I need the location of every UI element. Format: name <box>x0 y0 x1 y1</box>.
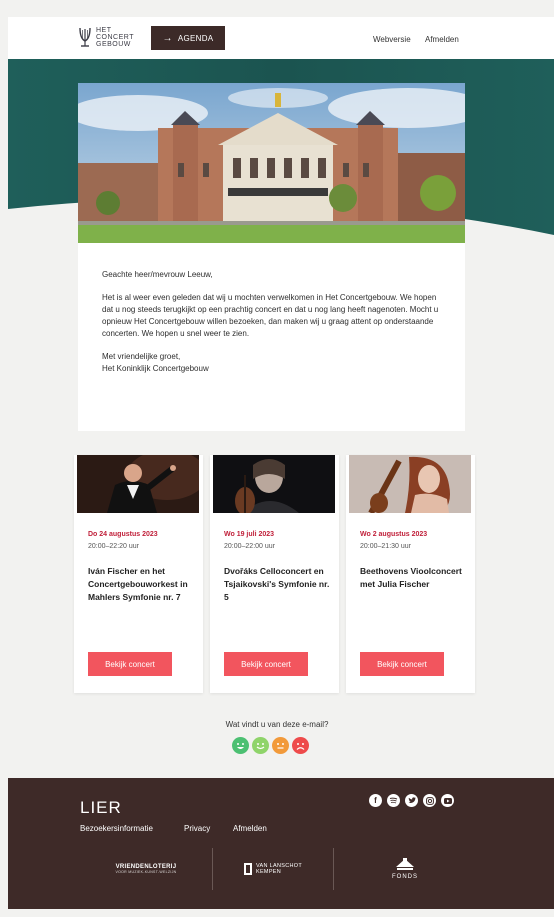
concert-title: Beethovens Vioolconcert met Julia Fische… <box>360 566 462 589</box>
afmelden-footer-link[interactable]: Afmelden <box>233 824 267 833</box>
signature: Het Koninklijk Concertgebouw <box>102 364 209 373</box>
lier-brand[interactable]: LIER <box>80 798 122 818</box>
concert-photo-cellist <box>213 455 335 513</box>
facebook-icon[interactable]: f <box>369 794 382 807</box>
fonds-building-icon <box>396 858 414 870</box>
top-margin <box>0 0 554 8</box>
concert-date: Do 24 augustus 2023 <box>88 531 158 538</box>
concert-time: 20:00–22:00 uur <box>224 543 275 550</box>
logo-wordmark: HET CONCERT GEBOUW <box>96 26 134 48</box>
bekijk-concert-button[interactable]: Bekijk concert <box>360 652 444 676</box>
instagram-icon[interactable] <box>423 794 436 807</box>
afmelden-header-link[interactable]: Afmelden <box>425 35 459 44</box>
concert-date: Wo 19 juli 2023 <box>224 531 275 538</box>
closing: Met vriendelijke groet, <box>102 352 181 361</box>
concert-time: 20:00–22:20 uur <box>88 543 139 550</box>
greeting: Geachte heer/mevrouw Leeuw, <box>102 270 213 279</box>
fonds-logo[interactable]: FONDS <box>334 846 476 892</box>
concert-card: Do 24 augustus 2023 20:00–22:20 uur Iván… <box>74 455 203 693</box>
social-links: f <box>369 794 454 807</box>
vriendenloterij-tagline: VOOR MUZIEK-KUNST-WELZIJN <box>115 870 177 874</box>
email-footer: LIER Bezoekersinformatie Privacy Afmelde… <box>8 778 554 909</box>
concert-card: Wo 2 augustus 2023 20:00–21:30 uur Beeth… <box>346 455 475 693</box>
van-lanschot-emblem-icon <box>244 863 252 875</box>
concert-photo-conductor <box>77 455 199 513</box>
hero-image-concertgebouw <box>78 83 465 243</box>
concert-title: Iván Fischer en het Concertgebouworkest … <box>88 566 188 602</box>
webversie-link[interactable]: Webversie <box>373 35 411 44</box>
concert-title: Dvořáks Celloconcert en Tsjaikovski's Sy… <box>224 566 330 602</box>
bezoekersinformatie-link[interactable]: Bezoekersinformatie <box>80 824 153 833</box>
feedback-question: Wat vindt u van deze e-mail? <box>225 720 329 729</box>
bekijk-concert-button[interactable]: Bekijk concert <box>224 652 308 676</box>
neutral-face-icon[interactable] <box>272 737 289 754</box>
van-lanschot-kempen-logo[interactable]: VAN LANSCHOT KEMPEN <box>213 846 333 892</box>
sponsor-logos: VRIENDENLOTERIJ VOOR MUZIEK-KUNST-WELZIJ… <box>80 846 476 892</box>
concertgebouw-logo[interactable]: HET CONCERT GEBOUW <box>78 25 134 49</box>
agenda-label: AGENDA <box>177 33 214 43</box>
youtube-icon[interactable] <box>441 794 454 807</box>
happy-face-icon[interactable] <box>252 737 269 754</box>
spotify-icon[interactable] <box>387 794 400 807</box>
bekijk-concert-button[interactable]: Bekijk concert <box>88 652 172 676</box>
letter-body: Geachte heer/mevrouw Leeuw, Het is al we… <box>78 243 465 431</box>
arrow-right-icon: → <box>162 32 173 44</box>
privacy-link[interactable]: Privacy <box>184 824 210 833</box>
concert-date: Wo 2 augustus 2023 <box>360 531 428 538</box>
letter-closing: Met vriendelijke groet, Het Koninklijk C… <box>102 351 441 375</box>
agenda-button[interactable]: → AGENDA <box>151 26 225 50</box>
concert-photo-violinist <box>349 455 471 513</box>
concert-time: 20:00–21:30 uur <box>360 543 411 550</box>
twitter-icon[interactable] <box>405 794 418 807</box>
sad-face-icon[interactable] <box>292 737 309 754</box>
van-lanschot-kempen-name: VAN LANSCHOT KEMPEN <box>256 863 302 875</box>
lyre-logo-icon <box>79 27 91 47</box>
concert-card: Wo 19 juli 2023 20:00–22:00 uur Dvořáks … <box>210 455 339 693</box>
vriendenloterij-logo[interactable]: VRIENDENLOTERIJ VOOR MUZIEK-KUNST-WELZIJ… <box>80 846 212 892</box>
fonds-name: FONDS <box>392 874 418 880</box>
very-happy-face-icon[interactable] <box>232 737 249 754</box>
letter-paragraph: Het is al weer even geleden dat wij u mo… <box>102 293 439 338</box>
feedback-smileys <box>232 737 309 754</box>
email-header: HET CONCERT GEBOUW → AGENDA Webversie Af… <box>8 17 554 59</box>
